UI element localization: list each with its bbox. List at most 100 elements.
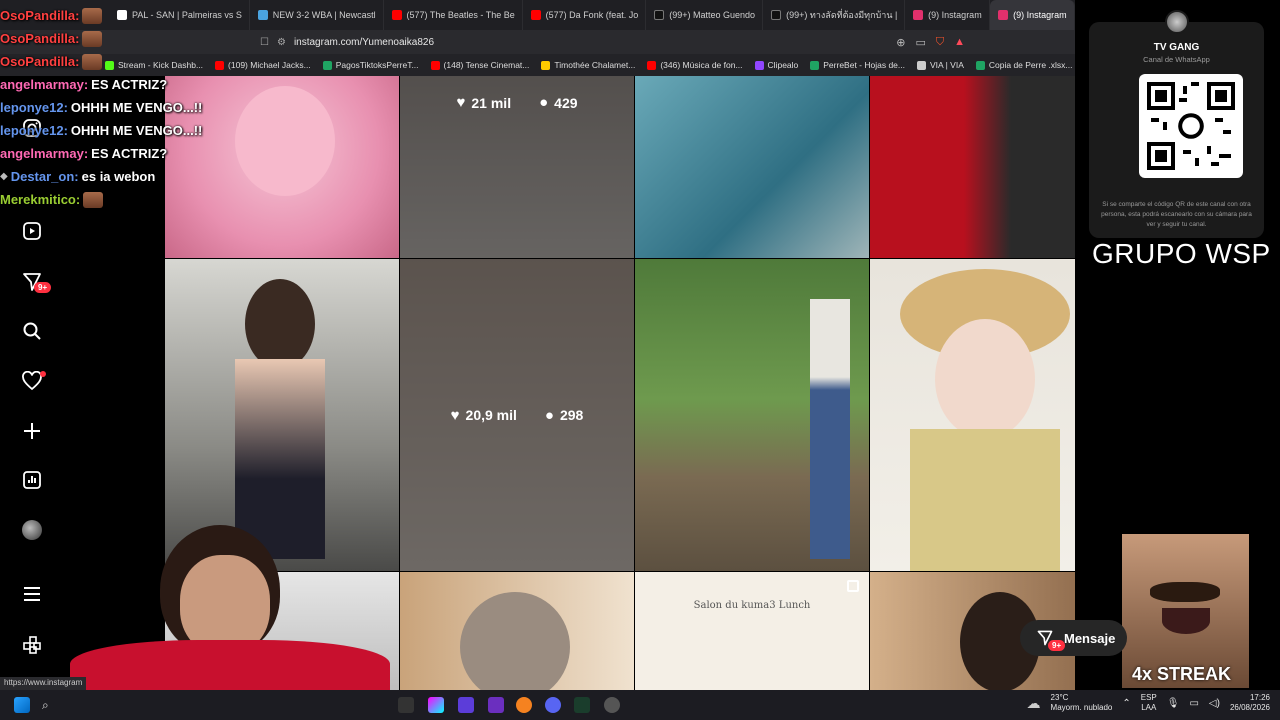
- clock[interactable]: 17:26 26/08/2026: [1230, 693, 1270, 713]
- app-icon[interactable]: [574, 697, 590, 713]
- link-preview-status: https://www.instagram: [0, 677, 87, 690]
- notification-dot: [40, 371, 46, 377]
- tiktok-icon: [654, 10, 665, 20]
- channel-subtitle: Canal de WhatsApp: [1143, 55, 1210, 64]
- language-switcher[interactable]: ESP LAA: [1141, 693, 1157, 713]
- bookmark-item[interactable]: (148) Tense Cinemat...: [430, 60, 529, 70]
- bookmark-item[interactable]: (109) Michael Jacks...: [215, 60, 311, 70]
- channel-name: TV GANG: [1153, 42, 1200, 53]
- messages-button[interactable]: 9+ Mensaje: [1020, 620, 1128, 656]
- sheets-icon: [975, 60, 985, 70]
- post-thumbnail[interactable]: [400, 572, 634, 690]
- streamer-webcam: [70, 520, 390, 690]
- messages-badge: 9+: [1048, 640, 1066, 651]
- post-thumbnail[interactable]: [635, 259, 869, 571]
- network-icon[interactable]: ▭: [1189, 698, 1198, 709]
- site-settings-icon[interactable]: ⚙: [277, 37, 286, 48]
- browser-tab[interactable]: (99+) ทางลัดที่ต้องมีทุกบ้าน |: [763, 0, 906, 30]
- chat-message: angelmarmay: ES ACTRIZ?: [0, 77, 168, 92]
- windows-taskbar: ⌕ ☁ 23°C Mayorm. nublado ⌃ ESP LAA 🎙 ▭ ◁…: [0, 690, 1280, 720]
- post-thumbnail[interactable]: Salon du kuma3 Lunch: [635, 572, 869, 690]
- chat-message: leponye12: OHHH ME VENGO...!!: [0, 123, 203, 138]
- bookmark-icon[interactable]: ☐: [260, 37, 269, 48]
- emote-icon: [82, 53, 103, 70]
- post-thumbnail[interactable]: ♥ 20,9 mil ● 298: [400, 259, 634, 571]
- carousel-icon: [847, 580, 859, 592]
- streak-label: 4x STREAK: [1132, 664, 1232, 684]
- microphone-icon[interactable]: 🎙: [1167, 698, 1180, 709]
- app-icon[interactable]: [516, 697, 532, 713]
- heart-icon: ♥: [456, 94, 466, 111]
- windows-start-icon[interactable]: [14, 697, 30, 713]
- folder-icon: [541, 60, 551, 70]
- profile-avatar[interactable]: [20, 518, 44, 542]
- post-thumbnail[interactable]: ♥ 21 mil ● 429: [400, 76, 634, 258]
- bookmark-item[interactable]: Clipealo: [754, 60, 798, 70]
- youtube-icon: [647, 60, 657, 70]
- reels-icon[interactable]: [20, 219, 44, 243]
- menu-icon[interactable]: [20, 582, 44, 606]
- flag-icon: [917, 60, 926, 70]
- system-tray: ☁ 23°C Mayorm. nublado ⌃ ESP LAA 🎙 ▭ ◁) …: [1026, 693, 1270, 713]
- clipealo-icon: [754, 60, 764, 70]
- apps-grid-icon[interactable]: [20, 633, 44, 657]
- browser-tab[interactable]: (577) Da Fonk (feat. Jo: [523, 0, 647, 30]
- chat-message: leponye12: OHHH ME VENGO...!!: [0, 100, 203, 115]
- app-icon[interactable]: [398, 697, 414, 713]
- stream-chat: OsoPandilla: OsoPandilla: OsoPandilla: a…: [0, 4, 203, 211]
- search-icon[interactable]: ⌕: [42, 697, 58, 713]
- youtube-icon: [215, 60, 225, 70]
- post-thumbnail[interactable]: [870, 76, 1105, 258]
- browser-tab[interactable]: (99+) Matteo Guendo: [646, 0, 764, 30]
- comment-icon: ●: [544, 406, 554, 424]
- obs-icon[interactable]: [604, 697, 620, 713]
- notification-badge: 9+: [34, 282, 52, 293]
- browser-tab[interactable]: NEW 3-2 WBA | Newcastl: [250, 0, 384, 30]
- qr-code: [1139, 74, 1243, 178]
- bookmark-item[interactable]: PerreBet - Hojas de...: [810, 60, 905, 70]
- bookmark-item[interactable]: Copia de Perre .xlsx...: [975, 60, 1073, 70]
- url-field[interactable]: instagram.com/Yumenoaika826: [294, 37, 434, 48]
- brave-shield-icon[interactable]: ⛉: [936, 36, 944, 49]
- volume-icon[interactable]: ◁): [1209, 698, 1220, 709]
- discord-icon[interactable]: [545, 697, 561, 713]
- dashboard-icon[interactable]: [20, 468, 44, 492]
- bookmark-item[interactable]: (346) Música de fon...: [647, 60, 743, 70]
- app-icon[interactable]: [428, 697, 444, 713]
- zoom-icon[interactable]: ⊕: [896, 36, 905, 49]
- emote-icon: [82, 7, 103, 24]
- browser-tab-active[interactable]: (9) Instagram: [990, 0, 1075, 30]
- tiktok-icon: [771, 10, 782, 20]
- tab-favicon-icon: [257, 10, 268, 20]
- bookmark-item[interactable]: VIA | VIA: [917, 60, 964, 70]
- badge-icon: ◆: [0, 171, 8, 182]
- chat-message: OsoPandilla:: [0, 4, 175, 27]
- chevron-up-icon[interactable]: ⌃: [1122, 698, 1130, 709]
- comment-icon: ●: [539, 94, 549, 111]
- channel-avatar: [1165, 10, 1189, 34]
- instagram-icon: [998, 10, 1009, 20]
- browser-tab[interactable]: (9) Instagram: [905, 0, 991, 30]
- cast-icon[interactable]: ▭: [915, 36, 925, 49]
- weather-icon: ☁: [1026, 694, 1041, 711]
- chat-message: ◆ Destar_on: es ia webon: [0, 165, 175, 188]
- instagram-icon: [913, 10, 924, 20]
- youtube-icon: [530, 10, 541, 20]
- app-icon[interactable]: [488, 697, 504, 713]
- menu-title: Salon du kuma3 Lunch: [693, 600, 811, 611]
- app-icon[interactable]: [458, 697, 474, 713]
- chat-message: Merekmitico:: [0, 188, 175, 211]
- bookmark-item[interactable]: PagosTiktoksPerreT...: [322, 60, 419, 70]
- browser-tab[interactable]: (577) The Beatles - The Be: [384, 0, 523, 30]
- search-icon[interactable]: [20, 319, 44, 343]
- bookmark-item[interactable]: Timothée Chalamet...: [541, 60, 635, 70]
- brave-rewards-icon[interactable]: ▲: [954, 36, 965, 49]
- create-icon[interactable]: [20, 419, 44, 443]
- qr-note: Si se comparte el código QR de este cana…: [1101, 201, 1252, 228]
- post-thumbnail[interactable]: [870, 259, 1105, 571]
- youtube-icon: [430, 60, 440, 70]
- chat-message: OsoPandilla:: [0, 27, 175, 50]
- emote-icon: [83, 191, 104, 208]
- emote-icon: [82, 30, 103, 47]
- post-thumbnail[interactable]: [635, 76, 869, 258]
